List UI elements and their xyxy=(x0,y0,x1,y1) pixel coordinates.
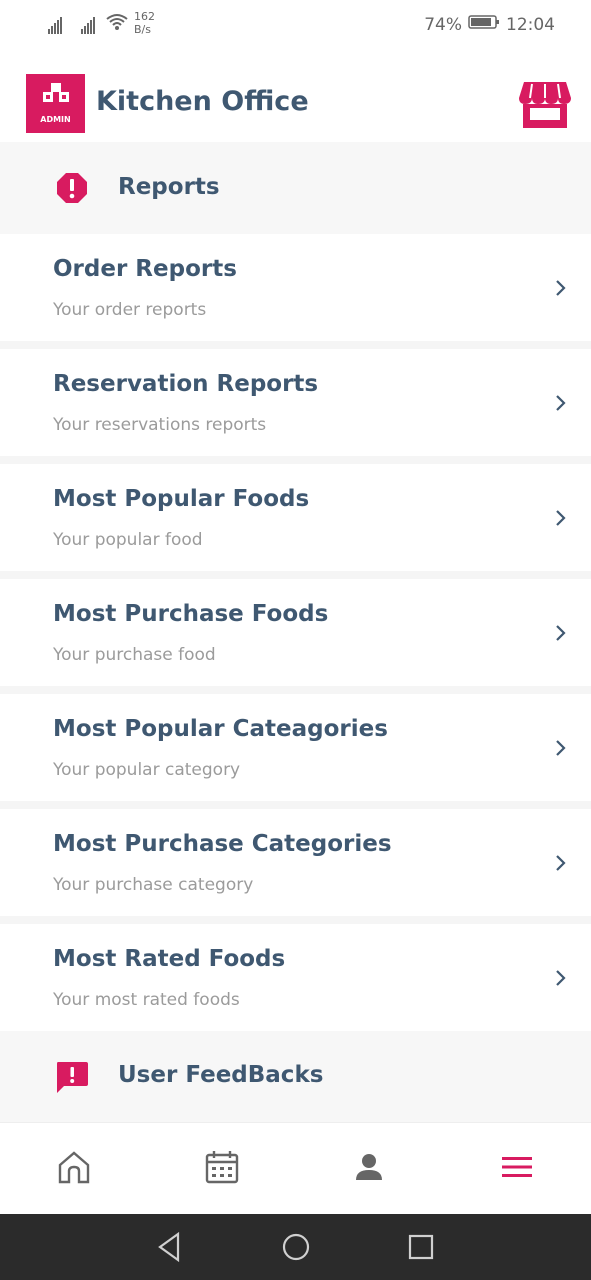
item-title: Reservation Reports xyxy=(53,371,319,397)
store-icon[interactable] xyxy=(518,80,572,134)
admin-logo-label: ADMIN xyxy=(40,115,71,124)
clock: 12:04 xyxy=(506,14,555,35)
battery-percent: 74% xyxy=(424,14,462,35)
list-item-order-reports[interactable]: Order Reports Your order reports xyxy=(0,234,591,349)
home-circle-icon[interactable] xyxy=(281,1231,311,1267)
feedback-icon xyxy=(55,1060,89,1098)
section-user-feedbacks[interactable]: User FeedBacks xyxy=(0,1031,591,1123)
list-item-reservation-reports[interactable]: Reservation Reports Your reservations re… xyxy=(0,349,591,464)
item-title: Order Reports xyxy=(53,256,237,282)
item-subtitle: Your popular category xyxy=(53,760,241,780)
item-subtitle: Your popular food xyxy=(53,530,203,550)
menu-icon[interactable] xyxy=(497,1147,537,1187)
calendar-icon[interactable] xyxy=(202,1147,242,1187)
alert-octagon-icon xyxy=(56,172,88,208)
back-icon[interactable] xyxy=(156,1231,184,1267)
app-title: Kitchen Office xyxy=(96,86,309,117)
speed-unit: B/s xyxy=(134,23,151,36)
chevron-right-icon xyxy=(553,968,567,992)
chevron-right-icon xyxy=(553,623,567,647)
status-right: 74% 12:04 xyxy=(424,14,555,35)
item-subtitle: Your reservations reports xyxy=(53,415,267,435)
section-title-feedbacks: User FeedBacks xyxy=(118,1062,324,1088)
chevron-right-icon xyxy=(553,278,567,302)
list-item-most-popular-categories[interactable]: Most Popular Cateagories Your popular ca… xyxy=(0,694,591,809)
app-header: ADMIN Kitchen Office xyxy=(0,50,591,142)
item-title: Most Popular Cateagories xyxy=(53,716,388,742)
chevron-right-icon xyxy=(553,853,567,877)
chevron-right-icon xyxy=(553,393,567,417)
signal-icon xyxy=(48,14,63,34)
list-item-most-rated-foods[interactable]: Most Rated Foods Your most rated foods xyxy=(0,924,591,1031)
item-title: Most Rated Foods xyxy=(53,946,286,972)
network-speed: 162 B/s xyxy=(134,10,155,36)
item-subtitle: Your order reports xyxy=(53,300,207,320)
item-title: Most Popular Foods xyxy=(53,486,310,512)
admin-logo-icon xyxy=(43,83,69,102)
section-title-reports: Reports xyxy=(118,174,220,200)
recents-icon[interactable] xyxy=(407,1231,435,1267)
list-item-most-popular-foods[interactable]: Most Popular Foods Your popular food xyxy=(0,464,591,579)
wifi-icon xyxy=(105,12,129,37)
admin-logo: ADMIN xyxy=(26,74,85,133)
person-icon[interactable] xyxy=(349,1147,389,1187)
status-bar: 162 B/s 74% 12:04 xyxy=(0,0,591,50)
bottom-navigation xyxy=(0,1122,591,1215)
item-subtitle: Your purchase category xyxy=(53,875,254,895)
battery-icon xyxy=(468,14,500,35)
item-subtitle: Your purchase food xyxy=(53,645,216,665)
item-title: Most Purchase Categories xyxy=(53,831,392,857)
list-item-most-purchase-foods[interactable]: Most Purchase Foods Your purchase food xyxy=(0,579,591,694)
item-subtitle: Your most rated foods xyxy=(53,990,240,1010)
item-title: Most Purchase Foods xyxy=(53,601,329,627)
system-navigation xyxy=(0,1214,591,1280)
speed-value: 162 xyxy=(134,10,155,23)
home-icon[interactable] xyxy=(54,1147,94,1187)
chevron-right-icon xyxy=(553,508,567,532)
signal-icon xyxy=(81,14,96,34)
chevron-right-icon xyxy=(553,738,567,762)
list-item-most-purchase-categories[interactable]: Most Purchase Categories Your purchase c… xyxy=(0,809,591,924)
section-reports: Reports xyxy=(0,142,591,234)
